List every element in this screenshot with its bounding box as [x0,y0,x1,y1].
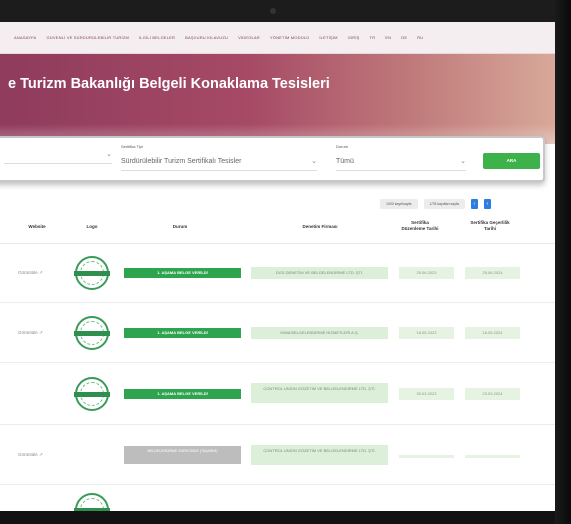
nav-lang-de[interactable]: DE [401,35,407,40]
col-audit-firm: Denetim Firması [302,224,338,229]
status-badge: 1. AŞAMA BELGE VERİLDİ [124,389,241,399]
col-expiry-date: Sertifika Geçerlilik Tarihi [470,220,510,231]
certificate-logo [74,316,110,350]
filter-bar: ⌄ Sertifika Tipi Sürdürülebilir Turizm S… [0,136,545,182]
region-select[interactable]: ⌄ [4,146,112,164]
table-header: Website Logo Durum Denetim Firması Serti… [0,218,555,244]
issue-date: 30.03.2023 [399,388,454,400]
nav-item-videos[interactable]: VİDEOLAR [238,35,260,40]
status-badge: BELGELENDİRME SÜRECİNDE (TAŞARIM) [124,446,241,464]
tablet-bezel-right [555,0,571,524]
hero-banner: e Turizm Bakanlığı Belgeli Konaklama Tes… [0,54,555,144]
status-filter-value: Tümü [336,158,354,165]
expiry-date: 25.06.2024 [465,267,520,279]
table-row: 1. AŞAMA BELGE VERİLDİ CONTROL UNION GÖZ… [0,363,555,425]
col-status: Durum [172,224,188,229]
certificate-type-select[interactable]: Sürdürülebilir Turizm Sertifikalı Tesisl… [121,153,317,171]
nav-item-contact[interactable]: İLETİŞİM [319,35,337,40]
nav-item-documents[interactable]: İLGİLİ BELGELER [139,35,175,40]
audit-firm: CONTROL UNION GÖZETİM VE BELGELENDİRME L… [251,383,388,403]
prev-page-button[interactable]: ‹ [470,199,478,209]
status-select[interactable]: Tümü ⌄ [336,153,466,171]
page-title: e Turizm Bakanlığı Belgeli Konaklama Tes… [8,76,330,92]
logo-band [74,508,110,511]
status-group: Durum [336,144,466,150]
next-page-button[interactable]: › [483,199,491,209]
table-row: Görüntüle ↗ BELGELENDİRME SÜRECİNDE (TAŞ… [0,425,555,485]
website-link[interactable]: Görüntüle ↗ [18,270,43,276]
expiry-date [465,455,520,458]
table-row [0,485,555,511]
logo-band [74,392,110,397]
nav-lang-ru[interactable]: RU [417,35,423,40]
status-filter-label: Durum [336,144,349,149]
chevron-down-icon: ⌄ [311,158,317,165]
website-link[interactable]: Görüntüle ↗ [18,452,43,458]
status-badge: 1. AŞAMA BELGE VERİLDİ [124,328,241,338]
audit-firm: KIWA BELGELENDİRME HİZMETLERİ A.Ş. [251,327,388,339]
certificate-logo [74,256,110,290]
certificate-type-group: Sertifika Tipi [121,144,317,150]
per-page-select[interactable]: 1000 kayıt/sayfa [380,199,418,209]
certificate-type-label: Sertifika Tipi [121,144,143,149]
search-button[interactable]: ARA [483,153,540,169]
website-link[interactable]: Görüntüle ↗ [18,330,43,336]
page-info: 1/78 kayıttan sayfa [423,199,465,209]
nav-lang-en[interactable]: EN [385,35,391,40]
chevron-down-icon: ⌄ [460,158,466,165]
col-website: Website [28,224,46,229]
col-issue-date: Sertifika Düzenleme Tarihi [401,220,439,231]
expiry-date: 23.03.2024 [465,388,520,400]
nav-item-safe-tourism[interactable]: GÜVENLİ VE SÜRDÜRÜLEBİLİR TURİZM [46,35,129,40]
camera-icon [270,8,276,14]
chevron-down-icon: ⌄ [106,151,112,158]
table-toolbar: 1000 kayıt/sayfa 1/78 kayıttan sayfa ‹ › [380,198,491,210]
tablet-bezel-top [0,0,571,22]
issue-date: 25.06.2023 [399,267,454,279]
table-row: Görüntüle ↗ 1. AŞAMA BELGE VERİLDİ KIWA … [0,303,555,363]
audit-firm: DGS DENETİM VE BELGELENDİRME LTD. ŞTİ. [251,267,388,279]
nav-item-login[interactable]: GİRİŞ [348,35,360,40]
nav-item-guide[interactable]: BAŞVURU KILAVUZU [185,35,228,40]
nav-item-home[interactable]: ANASAYFA [14,35,36,40]
issue-date [399,455,454,458]
certificate-type-value: Sürdürülebilir Turizm Sertifikalı Tesisl… [121,158,242,165]
logo-band [74,331,110,336]
audit-firm: CONTROL UNION GÖZETİM VE BELGELENDİRME L… [251,445,388,465]
browser-viewport: ANASAYFA GÜVENLİ VE SÜRDÜRÜLEBİLİR TURİZ… [0,22,555,511]
status-badge: 1. AŞAMA BELGE VERİLDİ [124,268,241,278]
col-logo: Logo [86,224,98,229]
logo-band [74,271,110,276]
expiry-date: 16.05.2024 [465,327,520,339]
table-row: Görüntüle ↗ 1. AŞAMA BELGE VERİLDİ DGS D… [0,244,555,303]
nav-item-admin[interactable]: YÖNETİM MODÜLÜ [270,35,309,40]
issue-date: 16.05.2023 [399,327,454,339]
nav-lang-tr[interactable]: TR [370,35,376,40]
certificate-logo [74,493,110,511]
tablet-frame: ANASAYFA GÜVENLİ VE SÜRDÜRÜLEBİLİR TURİZ… [0,0,571,524]
top-navigation: ANASAYFA GÜVENLİ VE SÜRDÜRÜLEBİLİR TURİZ… [0,22,555,54]
certificate-logo [74,377,110,411]
